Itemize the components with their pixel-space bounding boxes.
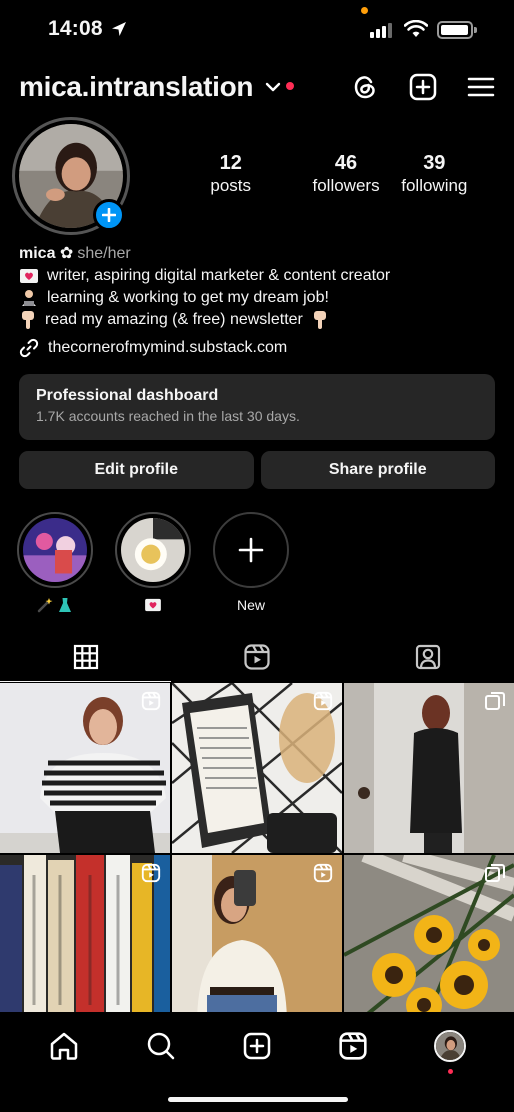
profile-actions: Edit profile Share profile — [19, 451, 495, 489]
profile-avatar — [433, 1030, 466, 1062]
status-bar: 14:08 — [0, 0, 514, 60]
highlight-cover — [121, 518, 185, 582]
bio-text: writer, aspiring digital marketer & cont… — [47, 267, 391, 284]
bio-line: read my amazing (& free) newsletter — [19, 309, 499, 331]
reel-badge-icon — [313, 691, 333, 711]
post-thumbnail[interactable] — [344, 855, 514, 1025]
stat-value: 39 — [423, 152, 446, 174]
posts-grid — [0, 683, 514, 1025]
carousel-badge-icon — [485, 864, 505, 882]
tab-posts-grid[interactable] — [0, 632, 172, 682]
tagged-icon — [416, 644, 441, 670]
magic-wand-emoji-icon — [37, 598, 53, 613]
bio-text: learning & working to get my dream job! — [47, 289, 329, 306]
nav-create[interactable] — [237, 1026, 277, 1066]
cellular-signal-icon — [370, 22, 392, 38]
nav-home[interactable] — [44, 1026, 84, 1066]
stat-label: followers — [312, 176, 380, 195]
bio-line: learning & working to get my dream job! — [19, 287, 499, 309]
menu-icon[interactable] — [466, 72, 496, 102]
link-icon — [19, 338, 39, 358]
status-time: 14:08 — [48, 17, 103, 40]
post-thumbnail[interactable] — [172, 683, 342, 853]
highlight-cover — [23, 518, 87, 582]
profile-link[interactable]: thecornerofmymind.substack.com — [19, 338, 287, 358]
new-highlight-button[interactable]: New — [213, 512, 289, 613]
profile-tabs — [0, 632, 514, 682]
account-notification-dot — [286, 82, 294, 90]
nav-profile[interactable] — [430, 1026, 470, 1074]
stat-followers[interactable]: 46 followers — [291, 152, 400, 196]
reels-icon — [339, 1032, 367, 1060]
love-letter-emoji-icon — [145, 598, 161, 612]
reels-icon — [244, 644, 270, 670]
laptop-person-emoji-icon — [22, 290, 36, 306]
reel-badge-icon — [313, 863, 333, 883]
threads-icon[interactable] — [350, 72, 380, 102]
profile-stats: 12 posts 46 followers 39 following — [190, 152, 480, 196]
highlight-label: New — [236, 597, 265, 613]
stat-label: posts — [210, 176, 252, 195]
highlight-label — [17, 597, 93, 613]
battery-icon — [437, 21, 477, 39]
bio-line: writer, aspiring digital marketer & cont… — [19, 265, 499, 287]
highlight-item[interactable] — [115, 512, 191, 613]
love-letter-emoji-icon — [20, 269, 38, 283]
wifi-icon — [404, 20, 428, 37]
stat-posts[interactable]: 12 posts — [190, 152, 271, 196]
home-icon — [50, 1032, 78, 1060]
plus-icon — [102, 208, 116, 222]
privacy-indicator-dot — [361, 7, 368, 14]
add-story-button[interactable] — [93, 199, 125, 231]
post-thumbnail[interactable] — [344, 683, 514, 853]
username-switcher[interactable]: mica.intranslation — [19, 71, 254, 103]
chevron-down-icon[interactable] — [265, 81, 281, 93]
stat-value: 46 — [334, 152, 358, 174]
location-arrow-icon — [112, 22, 126, 36]
tab-tagged[interactable] — [343, 632, 514, 682]
pointing-down-emoji-icon — [22, 311, 34, 329]
bottom-navigation — [0, 1012, 514, 1112]
highlight-item[interactable] — [17, 512, 93, 613]
stat-value: 12 — [219, 152, 242, 174]
home-indicator[interactable] — [168, 1097, 348, 1102]
pronouns: she/her — [77, 245, 131, 262]
create-icon — [243, 1032, 271, 1060]
highlight-label — [115, 597, 191, 613]
nav-reels[interactable] — [333, 1026, 373, 1066]
post-thumbnail[interactable] — [172, 855, 342, 1025]
grid-icon — [73, 644, 98, 670]
profile-notification-dot — [447, 1069, 453, 1074]
post-thumbnail[interactable] — [0, 855, 170, 1025]
bio-name-row: mica ✿ she/her — [19, 243, 499, 265]
profile-bio: mica ✿ she/her writer, aspiring digital … — [19, 243, 499, 331]
nav-search[interactable] — [141, 1026, 181, 1066]
carousel-badge-icon — [485, 692, 505, 710]
dress-emoji-icon — [59, 598, 71, 612]
stat-following[interactable]: 39 following — [389, 152, 480, 196]
display-name: mica ✿ — [19, 245, 74, 262]
search-icon — [147, 1032, 174, 1060]
link-text: thecornerofmymind.substack.com — [48, 339, 288, 356]
post-thumbnail[interactable] — [0, 683, 170, 853]
pointing-down-emoji-icon — [313, 311, 326, 329]
edit-profile-button[interactable]: Edit profile — [19, 451, 254, 489]
professional-dashboard[interactable]: Professional dashboard 1.7K accounts rea… — [19, 374, 495, 440]
bio-text: read my amazing (& free) newsletter — [45, 311, 303, 328]
share-profile-button[interactable]: Share profile — [260, 451, 495, 489]
new-post-icon[interactable] — [408, 72, 438, 102]
stat-label: following — [401, 176, 468, 195]
dashboard-title: Professional dashboard — [36, 387, 219, 404]
tab-reels[interactable] — [171, 632, 342, 682]
reel-badge-icon — [141, 863, 161, 883]
story-highlights: New — [17, 512, 289, 613]
dashboard-subtitle: 1.7K accounts reached in the last 30 day… — [36, 408, 300, 424]
plus-icon — [238, 537, 264, 563]
reel-badge-icon — [141, 691, 161, 711]
profile-header: mica.intranslation — [0, 66, 514, 112]
